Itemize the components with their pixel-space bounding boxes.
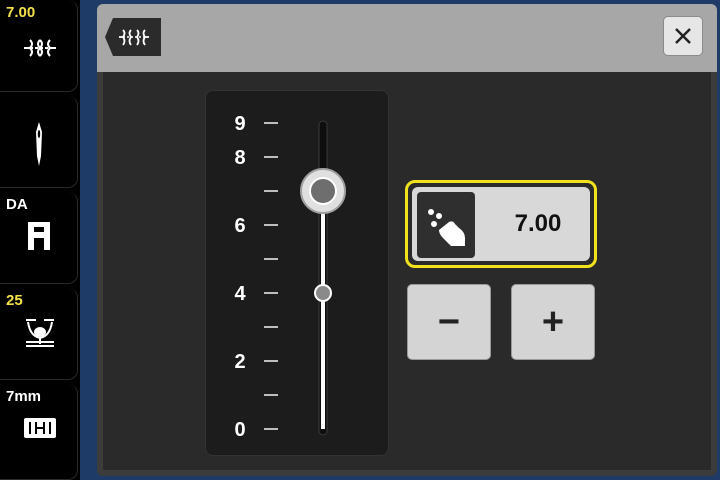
increase-button[interactable]: + [511,284,595,360]
sidebar-item-stitch-length[interactable]: 7.00 [0,0,78,92]
needle-icon [36,122,42,166]
scale-label: 8 [234,147,245,169]
sidebar-item-needle[interactable] [0,96,78,188]
stitch-length-slider[interactable]: 9 8 6 4 2 0 [205,90,389,456]
sidebar-item-presser-foot[interactable]: DA [0,192,78,284]
scale-label: 0 [234,419,245,441]
foot-pressure-icon [26,319,54,347]
slider-handle-center [309,177,337,205]
scale-label: 4 [234,283,246,305]
value-display: 7.00 [412,187,590,261]
scale-label: 6 [234,215,245,237]
scale-label: 9 [234,113,245,135]
stitch-length-tag [105,18,161,56]
stitch-width-icon [24,418,56,438]
stitch-length-value: 7.00 [6,4,36,21]
panel-content: 9 8 6 4 2 0 7.00 − + [103,72,711,470]
touch-hand-icon [428,209,465,246]
default-marker [314,284,332,302]
foot-pressure-value: 25 [6,292,23,309]
slider-scale: 9 8 6 4 2 0 [234,113,346,441]
decrease-button[interactable]: − [407,284,491,360]
sidebar: 7.00 DA 25 7mm [0,0,80,480]
close-icon [675,28,691,44]
presser-foot-label: DA [6,196,28,213]
stitch-length-icon [24,39,56,57]
scale-label: 2 [234,351,245,373]
sidebar-item-foot-pressure[interactable]: 25 [0,288,78,380]
panel-header [97,4,717,72]
value-display-frame[interactable]: 7.00 [405,180,597,268]
close-button[interactable] [663,16,703,56]
sidebar-item-stitch-width[interactable]: 7mm [0,384,78,480]
stitch-width-value: 7mm [6,388,42,405]
stitch-length-panel: 9 8 6 4 2 0 7.00 − + [97,4,717,476]
value-text: 7.00 [514,210,562,237]
slider-fill [321,191,325,429]
presser-foot-icon [28,222,50,250]
touch-hand-icon-bg [417,192,475,258]
